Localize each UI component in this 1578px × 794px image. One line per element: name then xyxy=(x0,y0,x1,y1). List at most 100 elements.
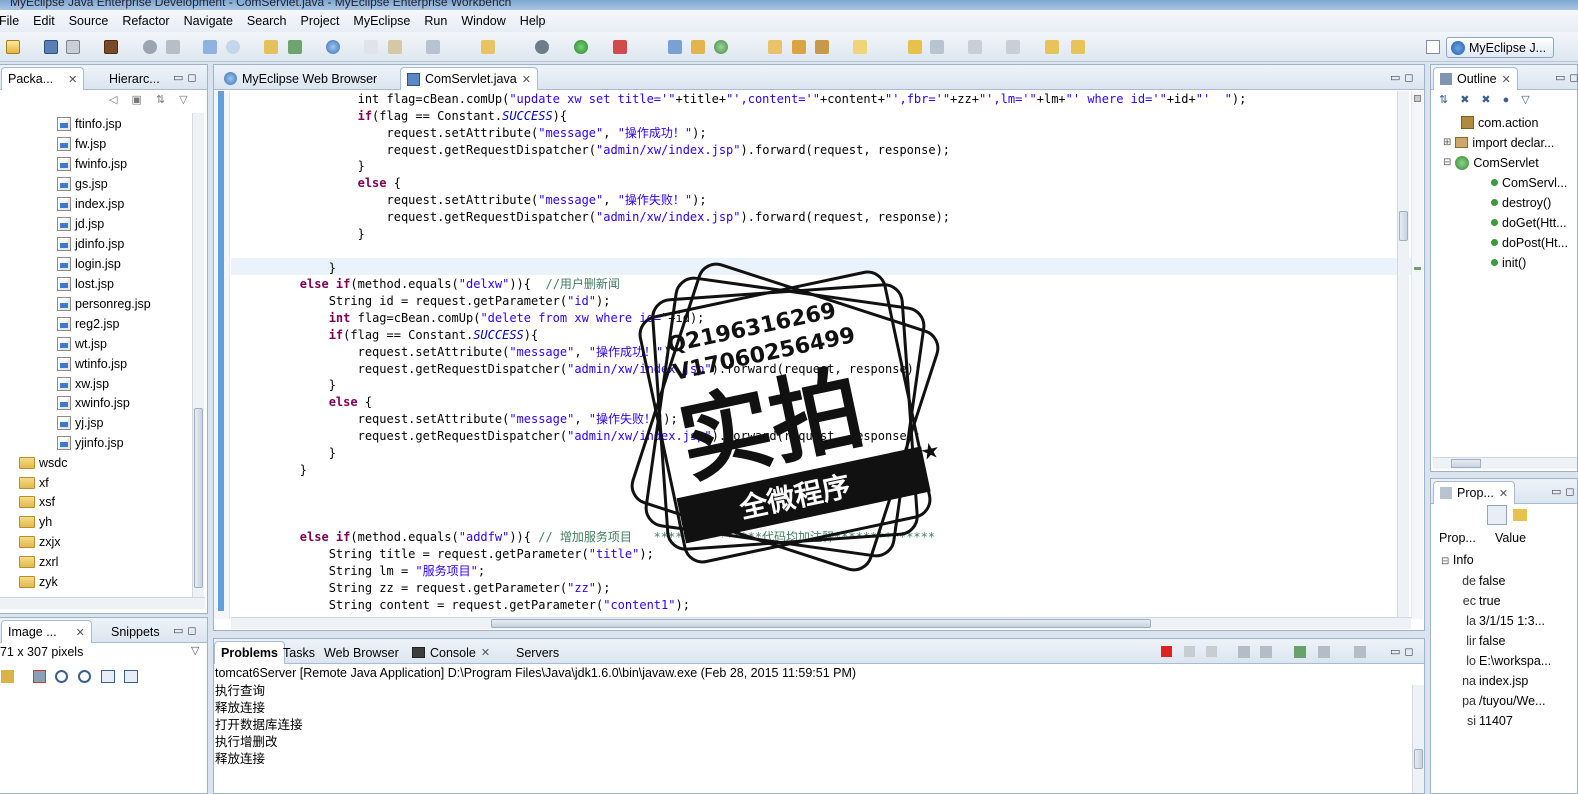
tab-snippets[interactable]: Snippets xyxy=(105,620,166,643)
external-tools-icon[interactable] xyxy=(613,40,627,54)
menu-navigate[interactable]: Navigate xyxy=(177,10,240,32)
tree-file-wtinfo[interactable]: wtinfo.jsp xyxy=(57,354,127,373)
archive-icon[interactable] xyxy=(815,40,829,54)
browser-icon[interactable] xyxy=(203,40,217,54)
terminate-icon[interactable] xyxy=(1161,646,1172,657)
pin-console-icon[interactable] xyxy=(1294,646,1306,658)
display-console-icon[interactable] xyxy=(1318,646,1330,658)
new-package-icon[interactable] xyxy=(668,40,682,54)
back-icon[interactable] xyxy=(1045,40,1059,54)
open-perspective-icon[interactable] xyxy=(1426,40,1440,54)
zoom-fit-icon[interactable] xyxy=(1,670,14,683)
tree-file-wt[interactable]: wt.jsp xyxy=(57,334,107,353)
properties-row[interactable]: ec true xyxy=(1431,591,1501,611)
outline-method-init[interactable]: init() xyxy=(1491,253,1526,272)
tree-folder-xf[interactable]: xf xyxy=(19,473,49,492)
console-vscrollbar[interactable] xyxy=(1412,685,1424,793)
tree-file-yj[interactable]: yj.jsp xyxy=(57,413,103,432)
minimize-maximize-icon[interactable]: ▭◻ xyxy=(1555,71,1578,84)
tree-folder-zyk[interactable]: zyk xyxy=(19,572,58,591)
properties-row[interactable]: pa/tuyou/We... xyxy=(1431,691,1545,711)
perspective-button[interactable]: MyEclipse J... xyxy=(1446,37,1554,58)
tree-folder-xsf[interactable]: xsf xyxy=(19,492,55,511)
close-icon[interactable]: ✕ xyxy=(1502,73,1511,86)
menu-myeclipse[interactable]: MyEclipse xyxy=(346,10,417,32)
search-icon[interactable] xyxy=(226,40,240,54)
tab-properties[interactable]: Prop... ✕ xyxy=(1433,481,1516,504)
server-icon[interactable] xyxy=(104,40,118,54)
properties-row[interactable]: lir false xyxy=(1431,631,1505,651)
chevron-down-icon[interactable]: ▽ xyxy=(191,644,199,657)
menu-search[interactable]: Search xyxy=(240,10,294,32)
globe-icon[interactable] xyxy=(326,40,340,54)
window-icon[interactable] xyxy=(426,40,440,54)
menu-window[interactable]: Window xyxy=(454,10,512,32)
properties-row[interactable]: de false xyxy=(1431,571,1505,591)
scroll-thumb[interactable] xyxy=(1399,211,1408,241)
tree-file-jdinfo[interactable]: jdinfo.jsp xyxy=(57,234,124,253)
menu-source[interactable]: Source xyxy=(62,10,116,32)
edit-icon[interactable] xyxy=(792,40,806,54)
tab-outline[interactable]: Outline ✕ xyxy=(1433,67,1518,90)
tab-web-browser[interactable]: MyEclipse Web Browser xyxy=(218,67,383,90)
clear-console-icon[interactable] xyxy=(1238,646,1250,658)
remove-all-icon[interactable] xyxy=(1206,646,1217,657)
tab-package-explorer[interactable]: Packa... ✕ xyxy=(1,67,85,90)
delete-image-icon[interactable] xyxy=(33,670,46,683)
tree-file-index[interactable]: index.jsp xyxy=(57,194,124,213)
tab-servers[interactable]: Servers xyxy=(510,641,565,664)
menu-edit[interactable]: Edit xyxy=(26,10,62,32)
properties-row[interactable]: na index.jsp xyxy=(1431,671,1528,691)
properties-row[interactable]: lo E:\workspa... xyxy=(1431,651,1551,671)
tree-folder-wsdc[interactable]: wsdc xyxy=(19,453,67,472)
tree-file-gs[interactable]: gs.jsp xyxy=(57,174,108,193)
deploy-icon[interactable] xyxy=(166,40,180,54)
editor-vscrollbar[interactable] xyxy=(1397,91,1409,619)
tree-file-xwinfo[interactable]: xwinfo.jsp xyxy=(57,393,130,412)
zoom-out-icon[interactable] xyxy=(55,670,68,683)
tab-problems[interactable]: Problems xyxy=(214,641,285,664)
tree-file-ftinfo[interactable]: ftinfo.jsp xyxy=(57,114,122,133)
close-icon[interactable]: ✕ xyxy=(522,73,531,86)
overview-marker[interactable] xyxy=(1414,267,1421,270)
outline-constructor[interactable]: ComServl... xyxy=(1491,173,1567,192)
scroll-thumb[interactable] xyxy=(1451,459,1481,468)
editor-hscrollbar[interactable] xyxy=(231,617,1411,629)
remove-launch-icon[interactable] xyxy=(1184,646,1195,657)
new-folder-icon[interactable] xyxy=(691,40,705,54)
tree-file-fw[interactable]: fw.jsp xyxy=(57,134,106,153)
new-icon[interactable] xyxy=(6,40,20,54)
outline-method-dopost[interactable]: doPost(Ht... xyxy=(1491,233,1568,252)
new-class-icon[interactable] xyxy=(481,40,495,54)
minimize-maximize-icon[interactable]: ▭◻ xyxy=(173,624,201,637)
debug-icon[interactable] xyxy=(535,40,549,54)
tab-web-browser-view[interactable]: Web Browser xyxy=(318,641,405,664)
tree-folder-zxrl[interactable]: zxrl xyxy=(19,552,58,571)
tab-tasks[interactable]: Tasks xyxy=(277,641,321,664)
scroll-thumb[interactable] xyxy=(1414,749,1423,769)
outline-method-doget[interactable]: doGet(Htt... xyxy=(1491,213,1567,232)
properties-row[interactable]: si 11407 xyxy=(1431,711,1513,731)
open-console-icon[interactable] xyxy=(1354,646,1366,658)
pin-icon[interactable] xyxy=(908,40,922,54)
tree-file-login[interactable]: login.jsp xyxy=(57,254,121,273)
tab-comservlet[interactable]: ComServlet.java ✕ xyxy=(400,67,538,90)
next-annotation-icon[interactable] xyxy=(968,40,982,54)
menu-refactor[interactable]: Refactor xyxy=(115,10,176,32)
close-icon[interactable]: ✕ xyxy=(76,626,85,639)
minimize-maximize-icon[interactable]: ▭◻ xyxy=(1390,645,1418,658)
menu-project[interactable]: Project xyxy=(294,10,347,32)
categories-icon[interactable] xyxy=(1487,505,1507,525)
minimize-maximize-icon[interactable]: ▭◻ xyxy=(1390,71,1418,84)
close-icon[interactable]: ✕ xyxy=(68,73,77,86)
collapse-icon[interactable]: ⊟ xyxy=(1443,157,1451,168)
rotate-icon[interactable] xyxy=(124,670,138,683)
outline-method-destroy[interactable]: destroy() xyxy=(1491,193,1551,212)
open-type-icon[interactable] xyxy=(264,40,278,54)
close-icon[interactable]: ✕ xyxy=(481,646,490,659)
package-explorer-hscrollbar[interactable] xyxy=(0,597,205,609)
open-resource-icon[interactable] xyxy=(288,40,302,54)
properties-group-info[interactable]: ⊟ Info xyxy=(1441,553,1474,567)
collapse-icon[interactable]: ⊟ xyxy=(1441,556,1449,567)
copy-icon[interactable] xyxy=(364,40,378,54)
